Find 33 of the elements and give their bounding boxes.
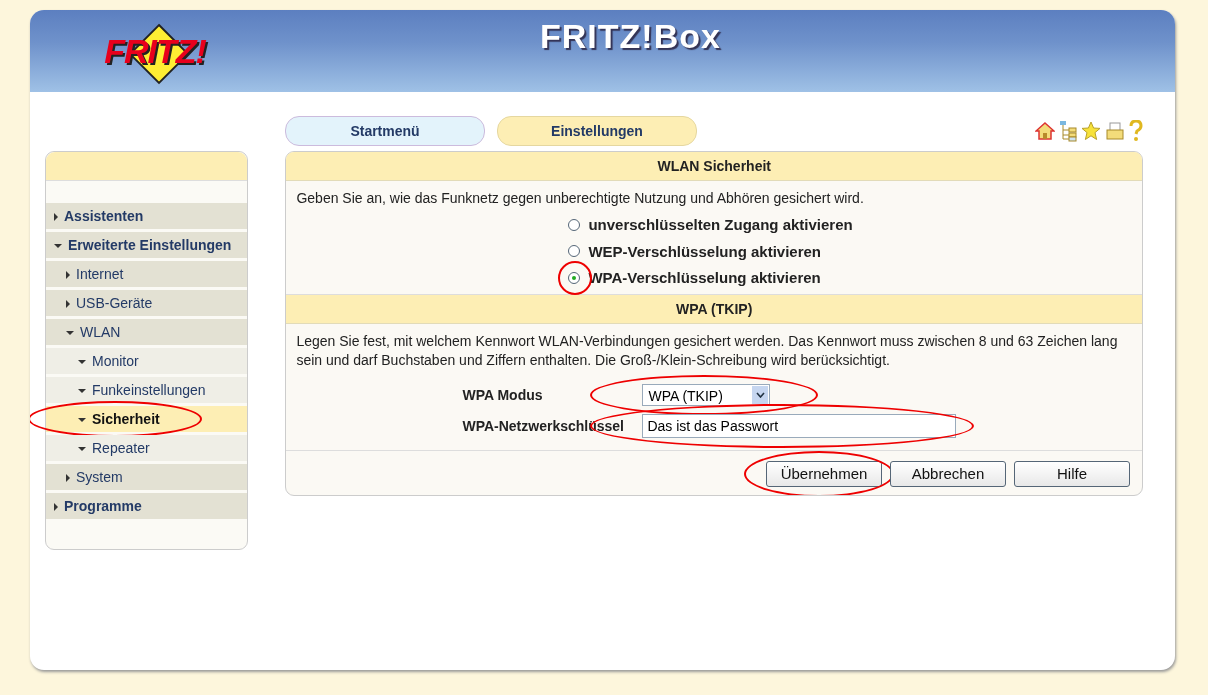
sitemap-icon[interactable] bbox=[1059, 120, 1077, 142]
sidebar-item[interactable]: Internet bbox=[46, 261, 248, 287]
key-input[interactable]: Das ist das Passwort bbox=[642, 413, 957, 438]
field-label: WPA Modus bbox=[462, 386, 544, 403]
sidebar-item[interactable]: Sicherheit bbox=[46, 406, 248, 432]
intro-text: Legen Sie fest, mit welchem Kennwort WLAN-Verbindungen gesichert werden. Das Kennwort muss zwischen 8 und 63 Zeichen lang sein und darf Buchstaben und Ziffern enthalten. Die Groß-/Klein-Schreibung wird berücksichtigt. bbox=[296, 331, 1119, 370]
radio-option[interactable]: WEP-Verschlüsselung aktivieren bbox=[568, 242, 821, 260]
action-button[interactable]: Abbrechen bbox=[890, 460, 1006, 487]
sidebar-item[interactable]: USB-Geräte bbox=[46, 290, 248, 316]
help-icon[interactable] bbox=[1129, 120, 1143, 142]
mode-dropdown[interactable]: WPA (TKIP) bbox=[642, 383, 771, 406]
home-icon[interactable] bbox=[1035, 121, 1055, 141]
sidebar-item[interactable]: Funkeinstellungen bbox=[46, 377, 248, 403]
logo: FRITZ! bbox=[90, 11, 220, 91]
printer-icon[interactable] bbox=[1105, 121, 1125, 141]
sidebar-item[interactable]: Erweiterte Einstellungen bbox=[46, 232, 248, 258]
section-title: WPA (TKIP) bbox=[286, 294, 1142, 324]
caret-icon bbox=[755, 391, 765, 398]
sidebar-item[interactable]: Repeater bbox=[46, 435, 248, 461]
sidebar-item[interactable]: System bbox=[46, 464, 248, 490]
sidebar-item[interactable]: Programme bbox=[46, 493, 248, 519]
sidebar-item[interactable]: Assistenten bbox=[46, 203, 248, 229]
sidebar-item[interactable]: WLAN bbox=[46, 319, 248, 345]
radio-option[interactable]: unverschlüsselten Zugang aktivieren bbox=[568, 216, 853, 233]
action-button[interactable]: Hilfe bbox=[1014, 460, 1130, 487]
star-icon[interactable] bbox=[1081, 121, 1101, 141]
section-title: WLAN Sicherheit bbox=[286, 152, 1142, 181]
sidebar-item[interactable]: Monitor bbox=[46, 348, 248, 374]
action-button[interactable]: Übernehmen bbox=[766, 460, 882, 487]
intro-text: Geben Sie an, wie das Funknetz gegen unberechtigte Nutzung und Abhören gesichert wird. bbox=[296, 189, 865, 208]
tab[interactable]: Startmenü bbox=[285, 116, 485, 146]
tab[interactable]: Einstellungen bbox=[497, 116, 697, 146]
product-title: FRITZ!Box bbox=[540, 16, 721, 56]
